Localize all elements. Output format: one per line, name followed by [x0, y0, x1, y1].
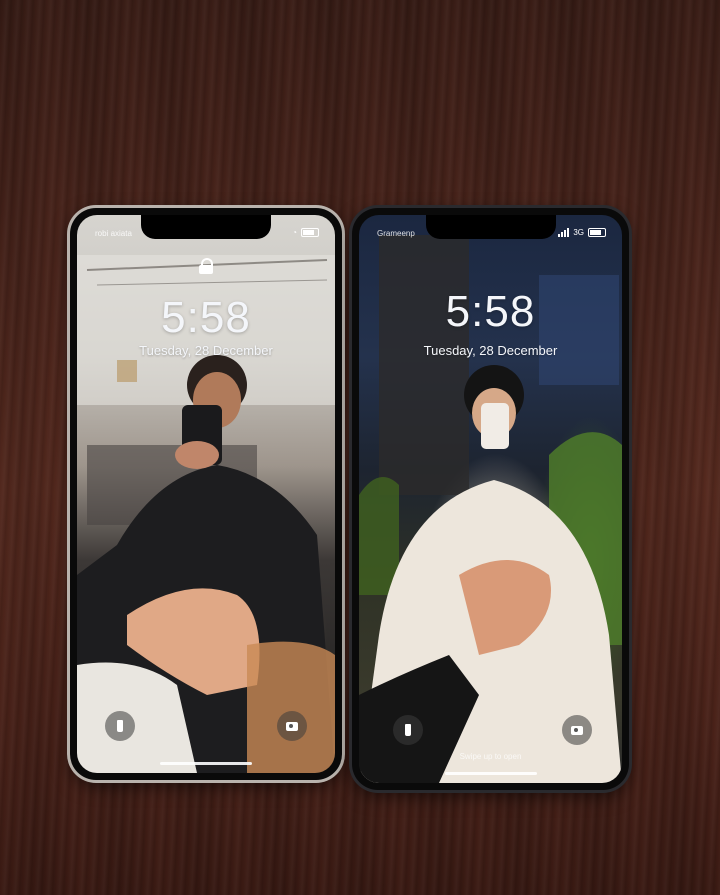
lock-screen-right: Grameenp 3G 5:58 Tuesday, 28 December Sw… — [359, 215, 622, 783]
lock-icon — [199, 258, 213, 274]
battery-icon — [301, 228, 319, 237]
clock-time: 5:58 — [445, 287, 536, 336]
camera-icon — [571, 725, 583, 735]
network-label: 3G — [573, 228, 584, 237]
lock-screen-left: robi axiata ◔ 5:58 Tuesday, 28 December — [77, 215, 335, 773]
notch — [141, 215, 271, 239]
flashlight-button[interactable] — [105, 711, 135, 741]
clock-date: Tuesday, 28 December — [423, 343, 558, 358]
notch — [425, 215, 556, 239]
carrier-label: Grameenp — [377, 229, 415, 238]
camera-button[interactable] — [562, 715, 592, 745]
camera-button[interactable] — [277, 711, 307, 741]
carrier-label: robi axiata — [95, 229, 132, 238]
phone-left: robi axiata ◔ 5:58 Tuesday, 28 December — [70, 208, 342, 780]
clock-date: Tuesday, 28 December — [139, 343, 273, 358]
status-bar: 3G — [558, 228, 606, 237]
battery-icon — [588, 228, 606, 237]
flashlight-button[interactable] — [393, 715, 423, 745]
flashlight-icon — [117, 720, 123, 732]
phone-right: Grameenp 3G 5:58 Tuesday, 28 December Sw… — [352, 208, 629, 790]
camera-icon — [286, 721, 298, 731]
home-indicator[interactable] — [160, 762, 252, 765]
flashlight-icon — [405, 724, 411, 736]
swipe-hint: Swipe up to open — [459, 752, 522, 761]
clock-time: 5:58 — [161, 293, 251, 342]
signal-icon — [558, 228, 570, 237]
home-indicator[interactable] — [444, 772, 537, 775]
status-bar: ◔ — [292, 228, 319, 237]
wifi-icon: ◔ — [292, 228, 297, 237]
